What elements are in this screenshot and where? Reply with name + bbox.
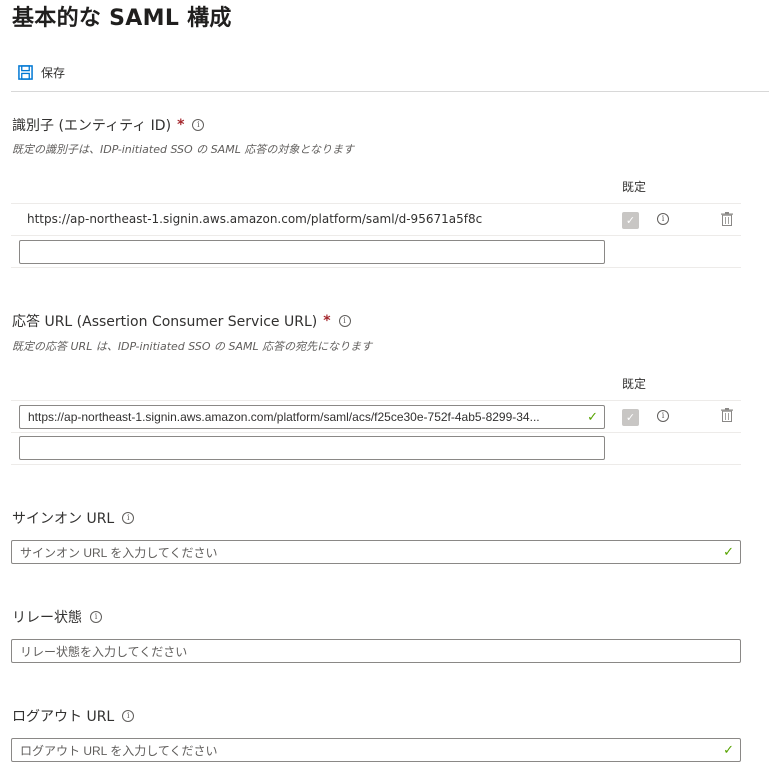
divider <box>11 464 741 465</box>
identifier-default-header: 既定 <box>622 180 647 194</box>
divider <box>11 235 741 236</box>
divider <box>11 432 741 433</box>
page-title: 基本的な SAML 構成 <box>12 6 232 31</box>
relay-state-label: リレー状態 <box>12 610 82 626</box>
reply-url-hint: 既定の応答 URL は、IDP-initiated SSO の SAML 応答の… <box>12 340 373 353</box>
check-icon: ✓ <box>723 742 734 757</box>
reply-url-label-row: 応答 URL (Assertion Consumer Service URL) … <box>12 311 351 331</box>
identifier-label: 識別子 (エンティティ ID) <box>12 118 172 134</box>
save-icon <box>18 65 33 80</box>
check-icon: ✓ <box>625 411 636 424</box>
logout-url-label-row: ログアウト URL i <box>12 706 135 726</box>
relay-state-input[interactable]: リレー状態を入力してください <box>11 639 741 663</box>
sign-on-url-placeholder: サインオン URL を入力してください <box>20 545 218 560</box>
identifier-default-checkbox[interactable]: ✓ <box>622 212 639 229</box>
logout-url-placeholder: ログアウト URL を入力してください <box>20 743 218 758</box>
info-icon[interactable]: i <box>657 410 669 422</box>
logout-url-input[interactable]: ログアウト URL を入力してください ✓ <box>11 738 741 762</box>
reply-url-label: 応答 URL (Assertion Consumer Service URL) <box>12 314 318 330</box>
sign-on-url-input[interactable]: サインオン URL を入力してください ✓ <box>11 540 741 564</box>
reply-url-default-checkbox[interactable]: ✓ <box>622 409 639 426</box>
trash-icon[interactable] <box>721 212 733 226</box>
identifier-hint: 既定の識別子は、IDP-initiated SSO の SAML 応答の対象とな… <box>12 143 354 156</box>
divider <box>11 203 741 204</box>
info-icon[interactable]: i <box>338 315 351 327</box>
save-button-label: 保存 <box>41 66 66 80</box>
reply-url-value: https://ap-northeast-1.signin.aws.amazon… <box>28 410 540 424</box>
save-button[interactable]: 保存 <box>18 64 65 81</box>
info-icon[interactable]: i <box>122 512 135 524</box>
relay-state-label-row: リレー状態 i <box>12 607 102 627</box>
check-icon: ✓ <box>723 544 734 559</box>
sign-on-url-label-row: サインオン URL i <box>12 508 135 528</box>
logout-url-label: ログアウト URL <box>12 709 115 725</box>
trash-icon[interactable] <box>721 408 733 422</box>
check-icon: ✓ <box>587 409 598 424</box>
reply-url-default-header: 既定 <box>622 377 647 391</box>
reply-url-new-input[interactable] <box>19 436 605 460</box>
info-icon[interactable]: i <box>192 119 205 131</box>
toolbar-divider <box>11 91 769 92</box>
sign-on-url-label: サインオン URL <box>12 511 115 527</box>
divider <box>11 267 741 268</box>
relay-state-placeholder: リレー状態を入力してください <box>20 644 188 659</box>
identifier-new-input[interactable] <box>19 240 605 264</box>
check-icon: ✓ <box>625 214 636 227</box>
info-icon[interactable]: i <box>122 710 135 722</box>
required-marker: * <box>177 117 185 133</box>
required-marker: * <box>323 313 331 329</box>
identifier-value: https://ap-northeast-1.signin.aws.amazon… <box>27 212 483 226</box>
divider <box>11 400 741 401</box>
info-icon[interactable]: i <box>657 213 669 225</box>
identifier-label-row: 識別子 (エンティティ ID) * i <box>12 115 205 135</box>
reply-url-input[interactable]: https://ap-northeast-1.signin.aws.amazon… <box>19 405 605 429</box>
info-icon[interactable]: i <box>90 611 102 623</box>
